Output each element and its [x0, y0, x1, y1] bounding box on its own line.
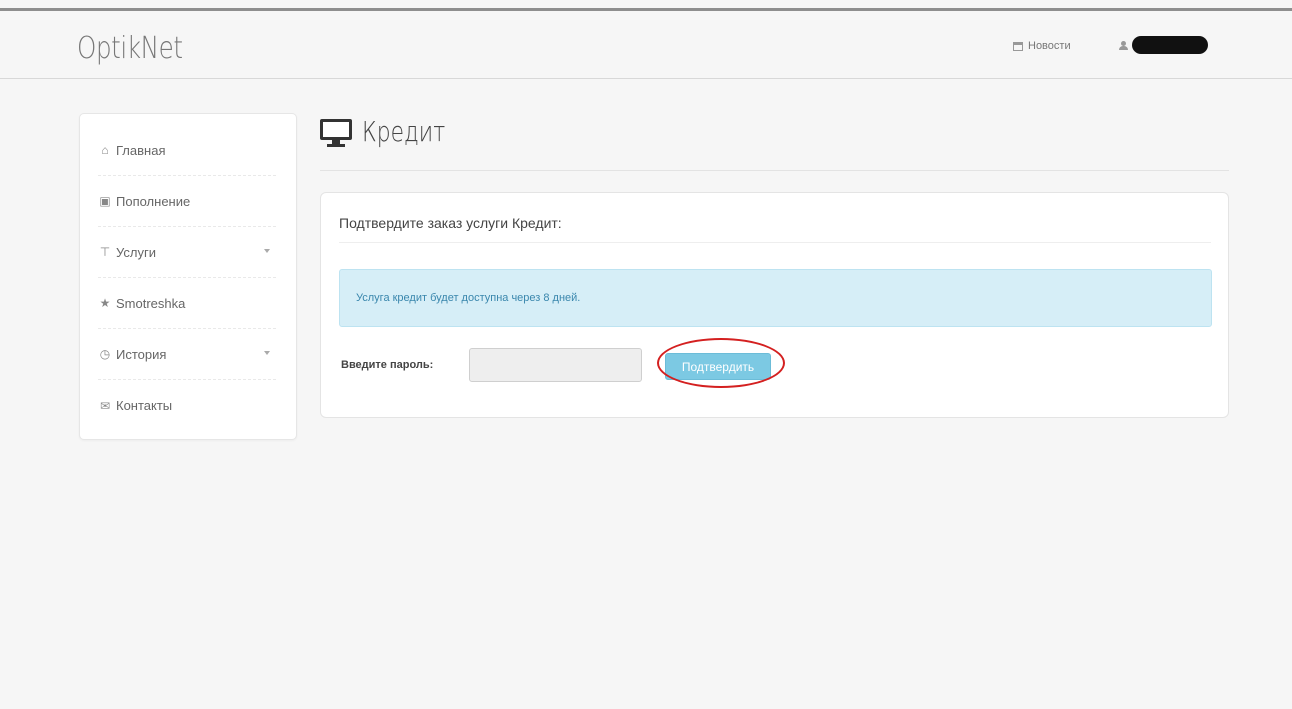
nav-news-link[interactable]: Новости	[1013, 40, 1071, 52]
nav-user-menu[interactable]	[1119, 36, 1208, 54]
sidebar-item-history[interactable]: ◷ История	[98, 329, 276, 380]
sidebar-item-home[interactable]: ⌂ Главная	[98, 125, 276, 176]
page-title: Кредит	[320, 115, 469, 148]
sidebar-item-contacts[interactable]: ✉ Контакты	[98, 380, 276, 431]
nav-news-label: Новости	[1028, 40, 1071, 52]
confirm-panel: Подтвердите заказ услуги Кредит: Услуга …	[320, 192, 1229, 418]
chevron-down-icon	[264, 249, 270, 253]
cart-icon: ⊤	[99, 245, 111, 259]
brand-logo[interactable]: OptikNet	[77, 31, 183, 66]
sidebar-item-label: Главная	[116, 142, 166, 158]
clock-icon: ◷	[99, 347, 111, 361]
sidebar-item-label: Контакты	[116, 398, 173, 413]
user-icon	[1119, 40, 1128, 50]
sidebar-item-label: История	[116, 346, 167, 362]
sidebar-item-label: Пополнение	[116, 193, 191, 209]
info-alert: Услуга кредит будет доступна через 8 дне…	[339, 269, 1212, 327]
sidebar: ⌂ Главная ▣ Пополнение ⊤ Услуги ★ Smotre…	[79, 113, 297, 440]
monitor-icon	[320, 117, 352, 147]
star-icon: ★	[99, 296, 111, 310]
sidebar-item-label: Smotreshka	[116, 295, 186, 311]
password-input[interactable]	[469, 348, 642, 382]
alert-text: Услуга кредит будет доступна через 8 дне…	[356, 292, 581, 304]
divider	[320, 170, 1229, 171]
divider	[339, 242, 1211, 243]
calendar-icon	[1013, 41, 1023, 51]
chevron-down-icon	[264, 351, 270, 355]
sidebar-item-label: Услуги	[116, 244, 156, 260]
sidebar-item-services[interactable]: ⊤ Услуги	[98, 227, 276, 278]
home-icon: ⌂	[101, 143, 109, 157]
sidebar-item-smotreshka[interactable]: ★ Smotreshka	[98, 278, 276, 329]
header: OptikNet Новости	[0, 11, 1292, 79]
user-name	[1132, 36, 1208, 54]
envelope-icon: ✉	[99, 398, 111, 413]
password-label: Введите пароль:	[341, 359, 434, 371]
page-title-text: Кредит	[362, 115, 446, 148]
confirm-button[interactable]: Подтвердить	[665, 353, 771, 380]
sidebar-item-topup[interactable]: ▣ Пополнение	[98, 176, 276, 227]
money-icon: ▣	[99, 194, 111, 208]
panel-heading: Подтвердите заказ услуги Кредит:	[339, 215, 562, 231]
